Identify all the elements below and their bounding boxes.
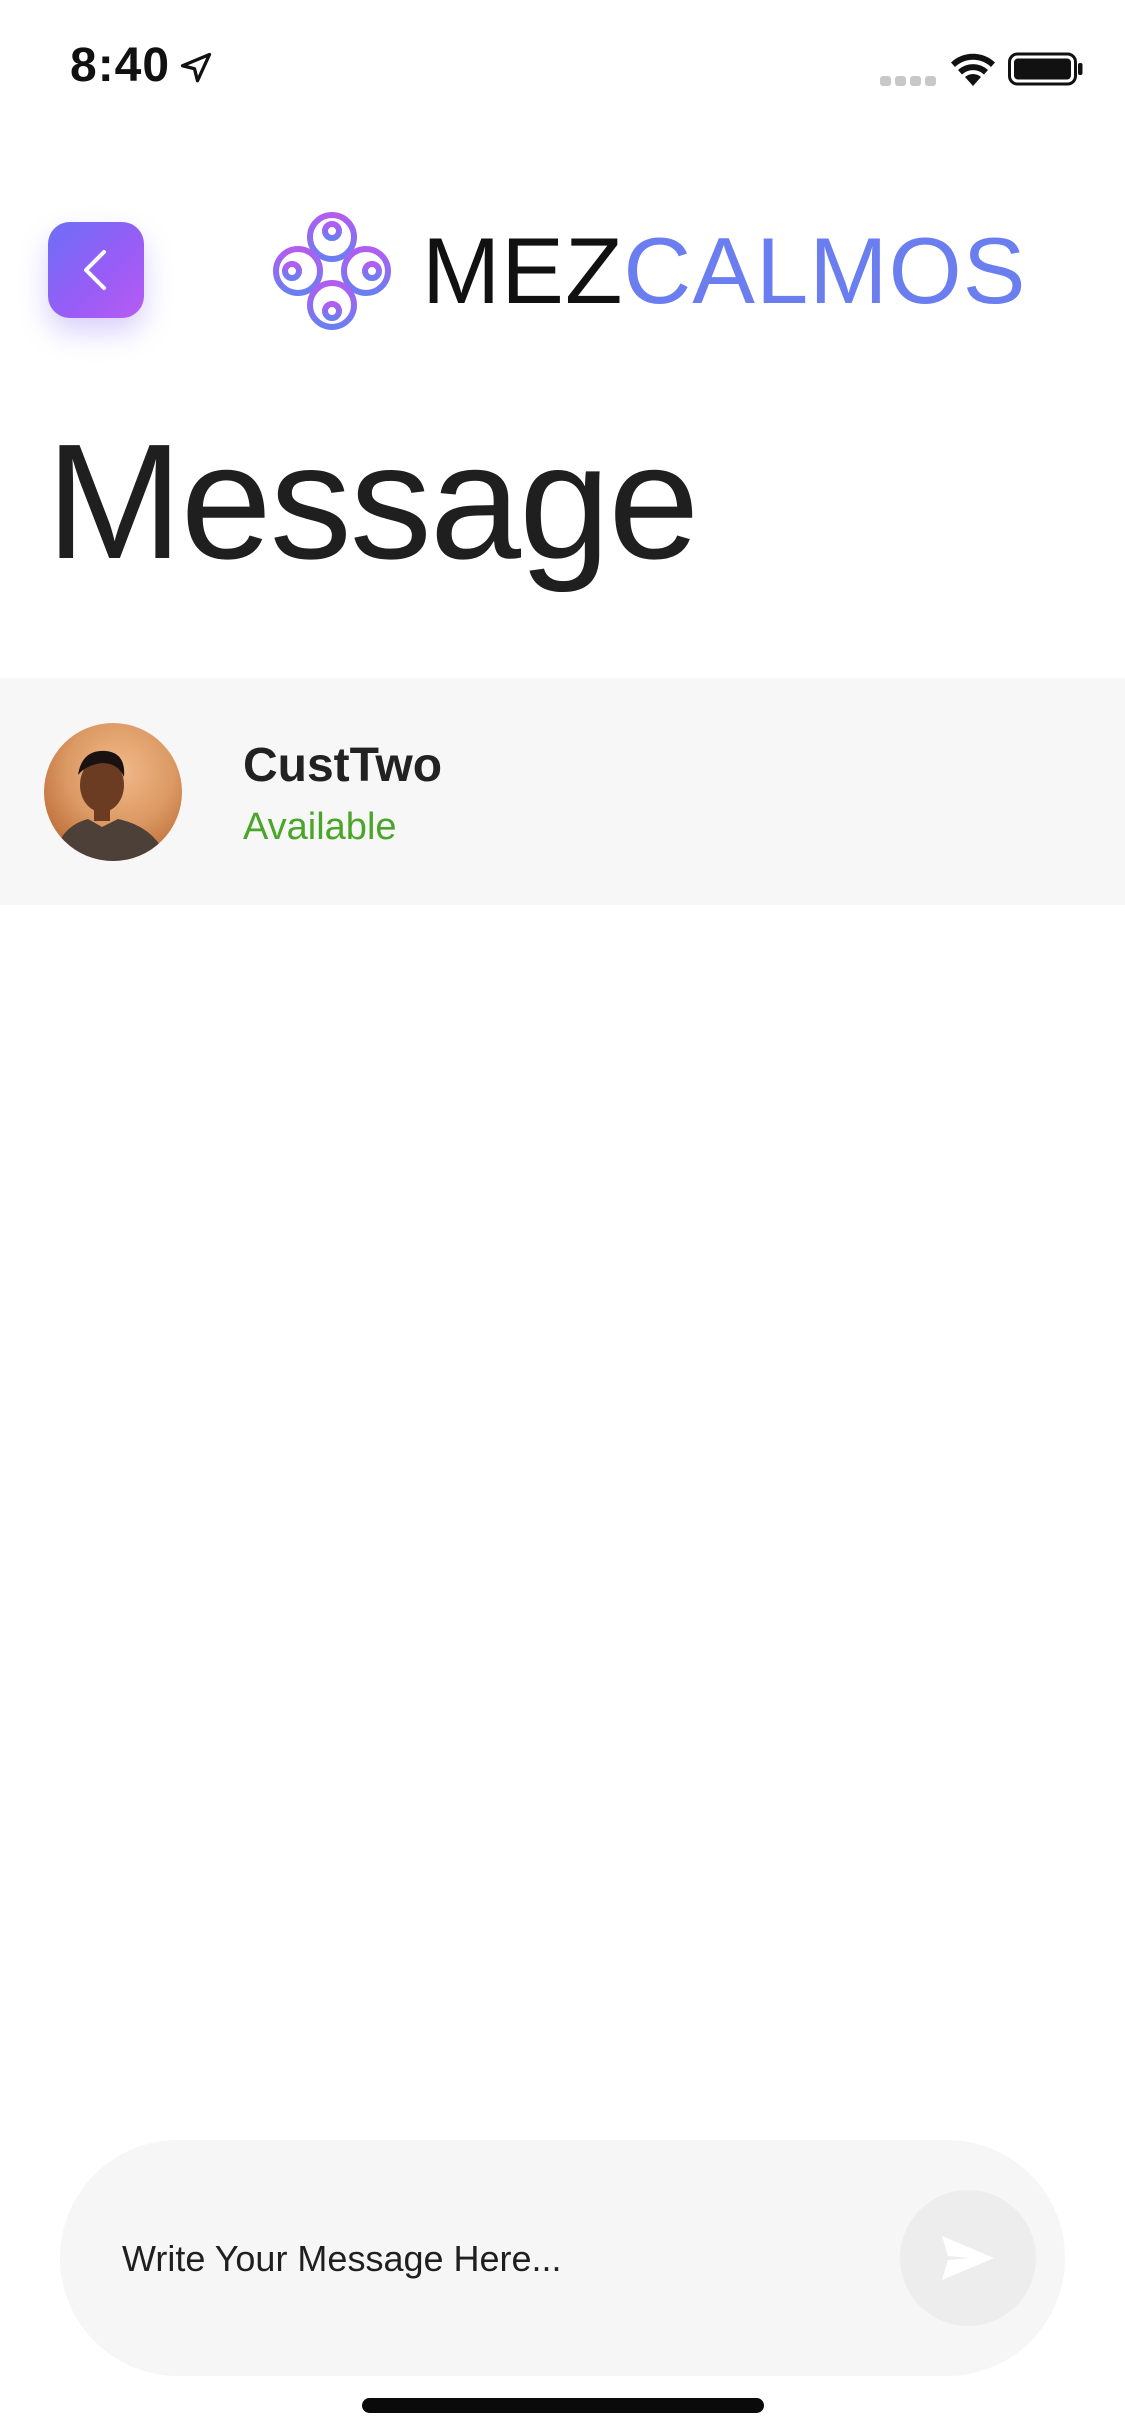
status-bar: 8:40 [0,0,1125,135]
avatar[interactable] [44,723,182,861]
mezcalmos-logo-icon [273,212,391,330]
chevron-left-icon [84,250,106,290]
contact-status: Available [243,806,397,848]
wifi-icon [951,53,995,86]
logo-wordmark: MEZCALMOS [422,224,1026,318]
app-logo: MEZCALMOS [272,206,1026,336]
contact-header[interactable]: CustTwo Available [0,678,1125,905]
logo-text-mez: MEZ [422,218,624,323]
logo-text-calmos: CALMOS [623,218,1027,323]
back-button[interactable] [48,222,144,318]
cellular-signal-icon [880,76,936,86]
page-title: Message [46,410,699,593]
send-icon [942,2236,994,2280]
send-button[interactable] [900,2190,1036,2326]
location-arrow-icon [180,52,212,83]
message-input[interactable] [120,2140,884,2378]
message-composer [60,2140,1065,2378]
battery-icon [1008,52,1083,86]
status-time: 8:40 [70,39,171,92]
contact-name: CustTwo [243,739,443,792]
avatar-photo [54,750,168,861]
home-indicator [362,2398,764,2413]
